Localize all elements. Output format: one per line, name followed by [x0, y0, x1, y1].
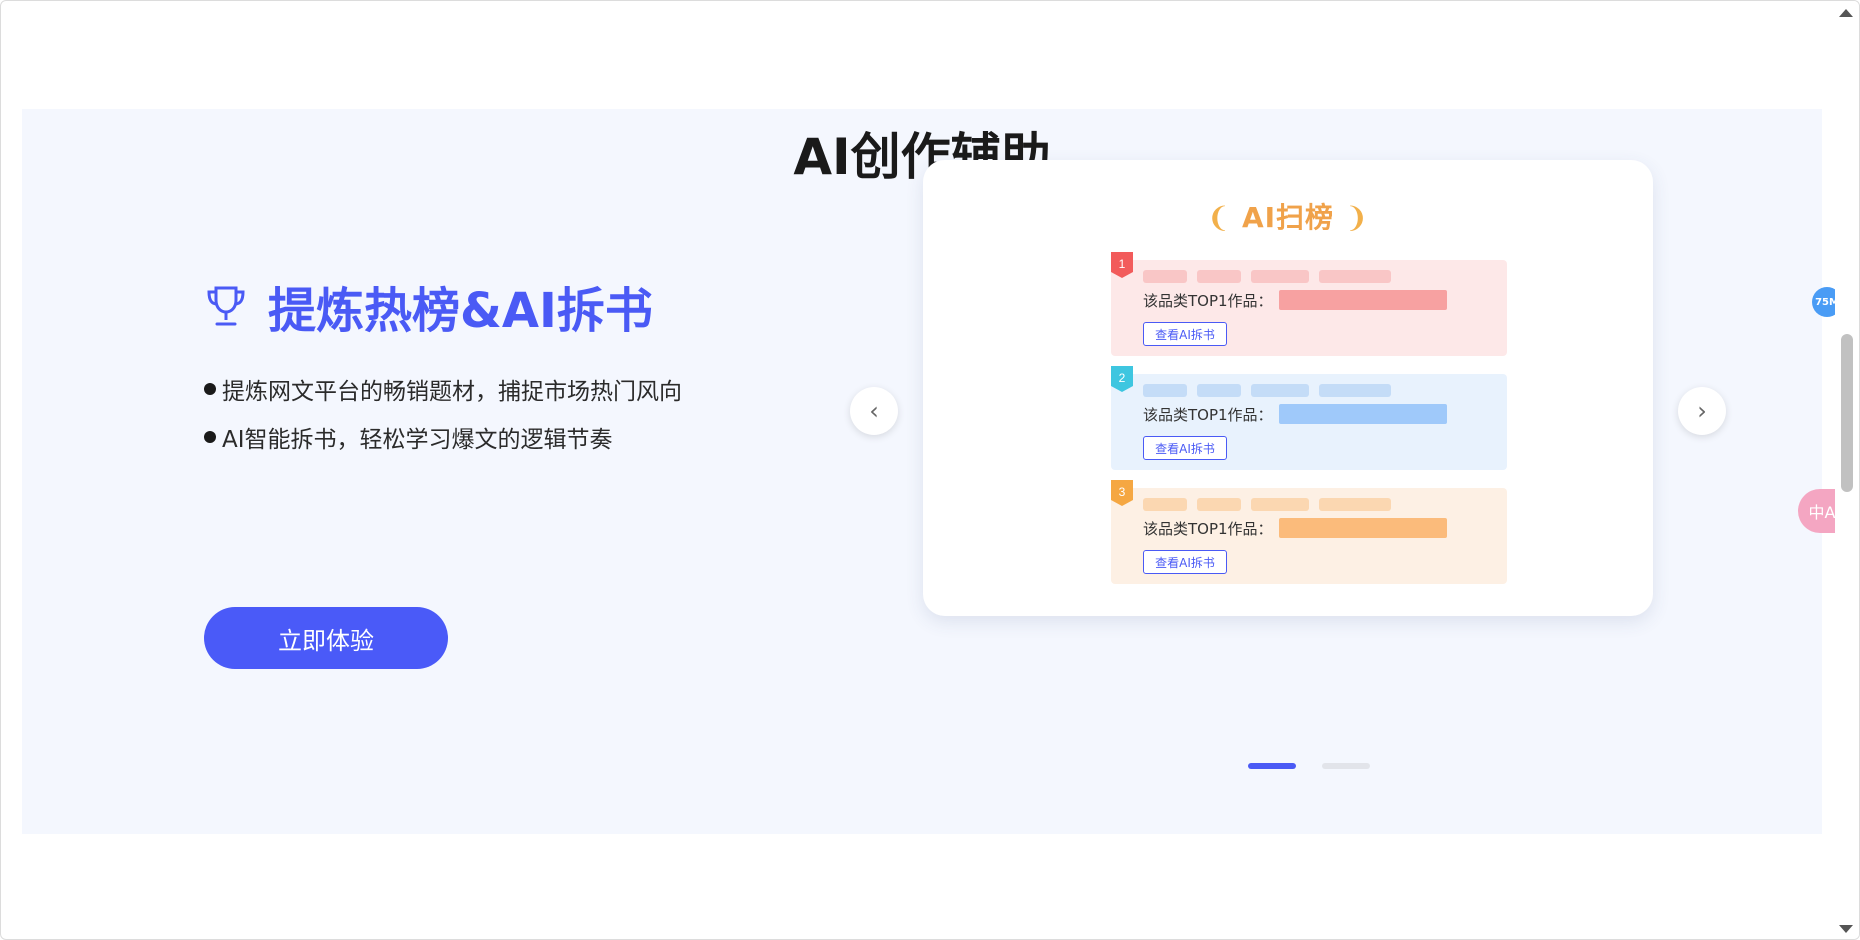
try-now-button[interactable]: 立即体验: [204, 607, 448, 669]
placeholder-tag: [1143, 498, 1187, 511]
placeholder-bar: [1279, 404, 1447, 424]
browser-viewport: AI创作辅助 提炼热榜&AI拆书 提炼网文平台的畅销题材，捕捉市场热门风向 AI…: [0, 0, 1860, 940]
vertical-scrollbar[interactable]: [1835, 1, 1859, 939]
feature-block: 提炼热榜&AI拆书 提炼网文平台的畅销题材，捕捉市场热门风向 AI智能拆书，轻松…: [204, 271, 824, 461]
rank-3-ribbon-icon: 3: [1111, 480, 1133, 506]
view-ai-breakdown-button[interactable]: 查看AI拆书: [1143, 436, 1227, 460]
placeholder-tag: [1319, 384, 1391, 397]
pagination-dot-active[interactable]: [1248, 763, 1296, 769]
scrollbar-thumb[interactable]: [1841, 334, 1853, 492]
rank-row: 3 该品类TOP1作品： 查看AI拆书: [1111, 480, 1507, 584]
view-ai-breakdown-button[interactable]: 查看AI拆书: [1143, 322, 1227, 346]
pagination-dot[interactable]: [1322, 763, 1370, 769]
laurel-right-icon: ❩: [1344, 201, 1370, 234]
chevron-left-icon: ‹: [869, 397, 879, 425]
placeholder-tag: [1197, 384, 1241, 397]
placeholder-tags: [1143, 270, 1401, 283]
placeholder-tag: [1251, 498, 1309, 511]
carousel-next-button[interactable]: ›: [1678, 387, 1726, 435]
top-work-label: 该品类TOP1作品：: [1143, 406, 1273, 424]
bullet-dot-icon: [204, 431, 216, 443]
scroll-down-arrow-icon[interactable]: [1839, 925, 1853, 933]
rank-number: 2: [1119, 371, 1126, 385]
carousel-pagination: [1248, 763, 1396, 769]
feature-heading: 提炼热榜&AI拆书: [204, 271, 824, 341]
top-work-label: 该品类TOP1作品：: [1143, 520, 1273, 538]
bullet-text: 提炼网文平台的畅销题材，捕捉市场热门风向: [222, 379, 682, 405]
placeholder-tag: [1251, 270, 1309, 283]
feature-bullet-list: 提炼网文平台的畅销题材，捕捉市场热门风向 AI智能拆书，轻松学习爆文的逻辑节奏: [204, 365, 824, 461]
bullet-text: AI智能拆书，轻松学习爆文的逻辑节奏: [222, 427, 613, 453]
chevron-right-icon: ›: [1697, 397, 1707, 425]
placeholder-tags: [1143, 384, 1401, 397]
placeholder-tags: [1143, 498, 1401, 511]
bullet-dot-icon: [204, 383, 216, 395]
view-ai-breakdown-button[interactable]: 查看AI拆书: [1143, 550, 1227, 574]
list-item: AI智能拆书，轻松学习爆文的逻辑节奏: [204, 413, 824, 461]
placeholder-tag: [1251, 384, 1309, 397]
placeholder-tag: [1143, 384, 1187, 397]
placeholder-tag: [1197, 270, 1241, 283]
trophy-icon: [207, 286, 245, 326]
top-work-label: 该品类TOP1作品：: [1143, 292, 1273, 310]
scroll-up-arrow-icon[interactable]: [1839, 9, 1853, 17]
list-item: 提炼网文平台的畅销题材，捕捉市场热门风向: [204, 365, 824, 413]
rank-row: 1 该品类TOP1作品： 查看AI拆书: [1111, 252, 1507, 356]
carousel-prev-button[interactable]: ‹: [850, 387, 898, 435]
rank-2-ribbon-icon: 2: [1111, 366, 1133, 392]
rank-1-ribbon-icon: 1: [1111, 252, 1133, 278]
slide-badge-text: AI扫榜: [1241, 201, 1335, 234]
placeholder-tag: [1319, 498, 1391, 511]
rank-number: 1: [1119, 257, 1126, 271]
slide-badge: ❨ AI扫榜 ❩: [923, 196, 1653, 236]
placeholder-tag: [1319, 270, 1391, 283]
carousel-slide: ❨ AI扫榜 ❩ 1 该品类TOP1作品： 查看AI拆书 2 该品类TOP1作品…: [923, 160, 1653, 616]
placeholder-bar: [1279, 518, 1447, 538]
placeholder-tag: [1197, 498, 1241, 511]
translate-icon: 中A: [1808, 503, 1836, 522]
rank-number: 3: [1119, 485, 1126, 499]
placeholder-tag: [1143, 270, 1187, 283]
placeholder-bar: [1279, 290, 1447, 310]
feature-title: 提炼热榜&AI拆书: [268, 283, 653, 339]
rank-row: 2 该品类TOP1作品： 查看AI拆书: [1111, 366, 1507, 470]
laurel-left-icon: ❨: [1206, 201, 1232, 234]
